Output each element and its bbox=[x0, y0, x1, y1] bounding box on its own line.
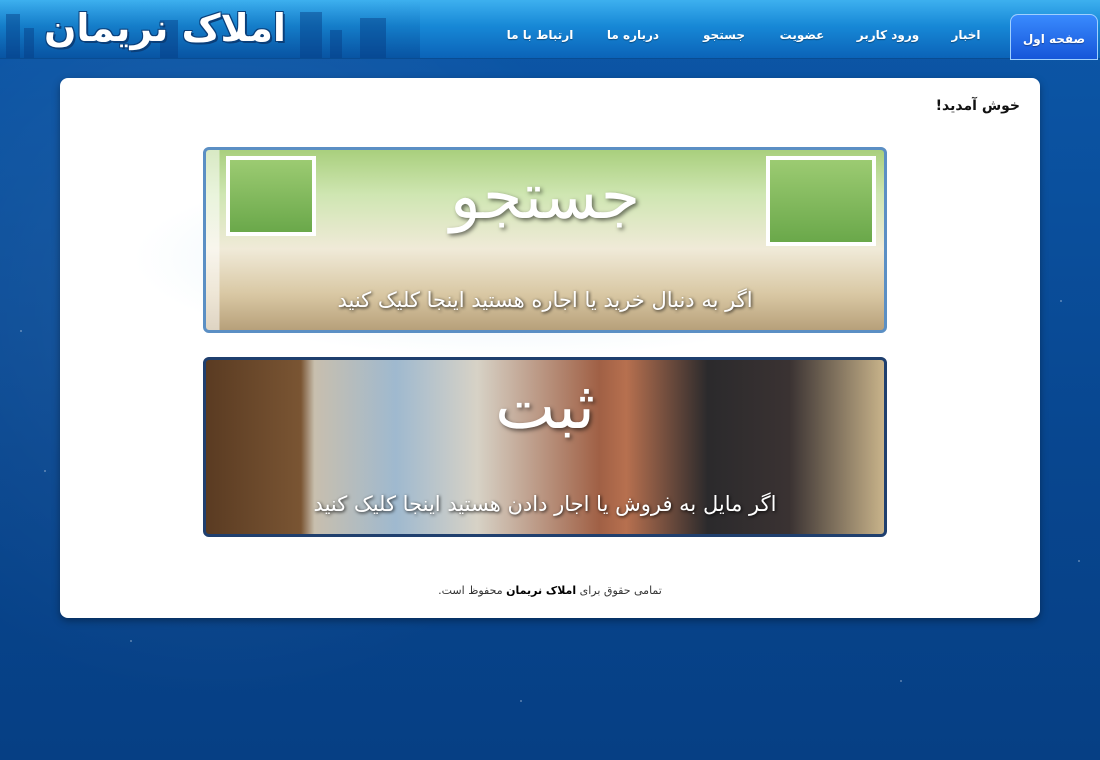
copyright-prefix: تمامی حقوق برای bbox=[579, 584, 662, 597]
nav-item-contact[interactable]: ارتباط با ما bbox=[500, 0, 580, 58]
site-header: املاک نریمان صفحه اول اخبار ورود کاربر ع… bbox=[0, 0, 1100, 60]
site-logo[interactable]: املاک نریمان bbox=[44, 2, 286, 54]
nav-item-about[interactable]: درباره ما bbox=[598, 0, 668, 58]
nav-item-register[interactable]: عضویت bbox=[772, 0, 832, 58]
register-banner[interactable]: ثبت اگر مایل به فروش یا اجار دادن هستید … bbox=[203, 357, 887, 537]
copyright-brand: املاک نریمان bbox=[506, 584, 577, 597]
welcome-heading: خوش آمدید! bbox=[935, 98, 1020, 114]
nav-item-search[interactable]: جستجو bbox=[694, 0, 754, 58]
nav-item-news[interactable]: اخبار bbox=[936, 0, 996, 58]
copyright-footer: تمامی حقوق برای املاک نریمان محفوظ است. bbox=[60, 584, 1040, 597]
nav-item-login[interactable]: ورود کاربر bbox=[850, 0, 926, 58]
search-banner[interactable]: جستجو اگر به دنبال خرید یا اجاره هستید ا… bbox=[203, 147, 887, 333]
nav-item-home[interactable]: صفحه اول bbox=[1010, 14, 1098, 60]
main-content-panel: خوش آمدید! جستجو اگر به دنبال خرید یا اج… bbox=[60, 78, 1040, 618]
register-banner-caption: اگر مایل به فروش یا اجار دادن هستید اینج… bbox=[313, 492, 777, 516]
search-banner-caption: اگر به دنبال خرید یا اجاره هستید اینجا ک… bbox=[337, 288, 753, 312]
search-banner-title: جستجو bbox=[449, 160, 641, 234]
register-banner-title: ثبت bbox=[495, 370, 595, 444]
copyright-suffix: محفوظ است. bbox=[438, 584, 503, 597]
